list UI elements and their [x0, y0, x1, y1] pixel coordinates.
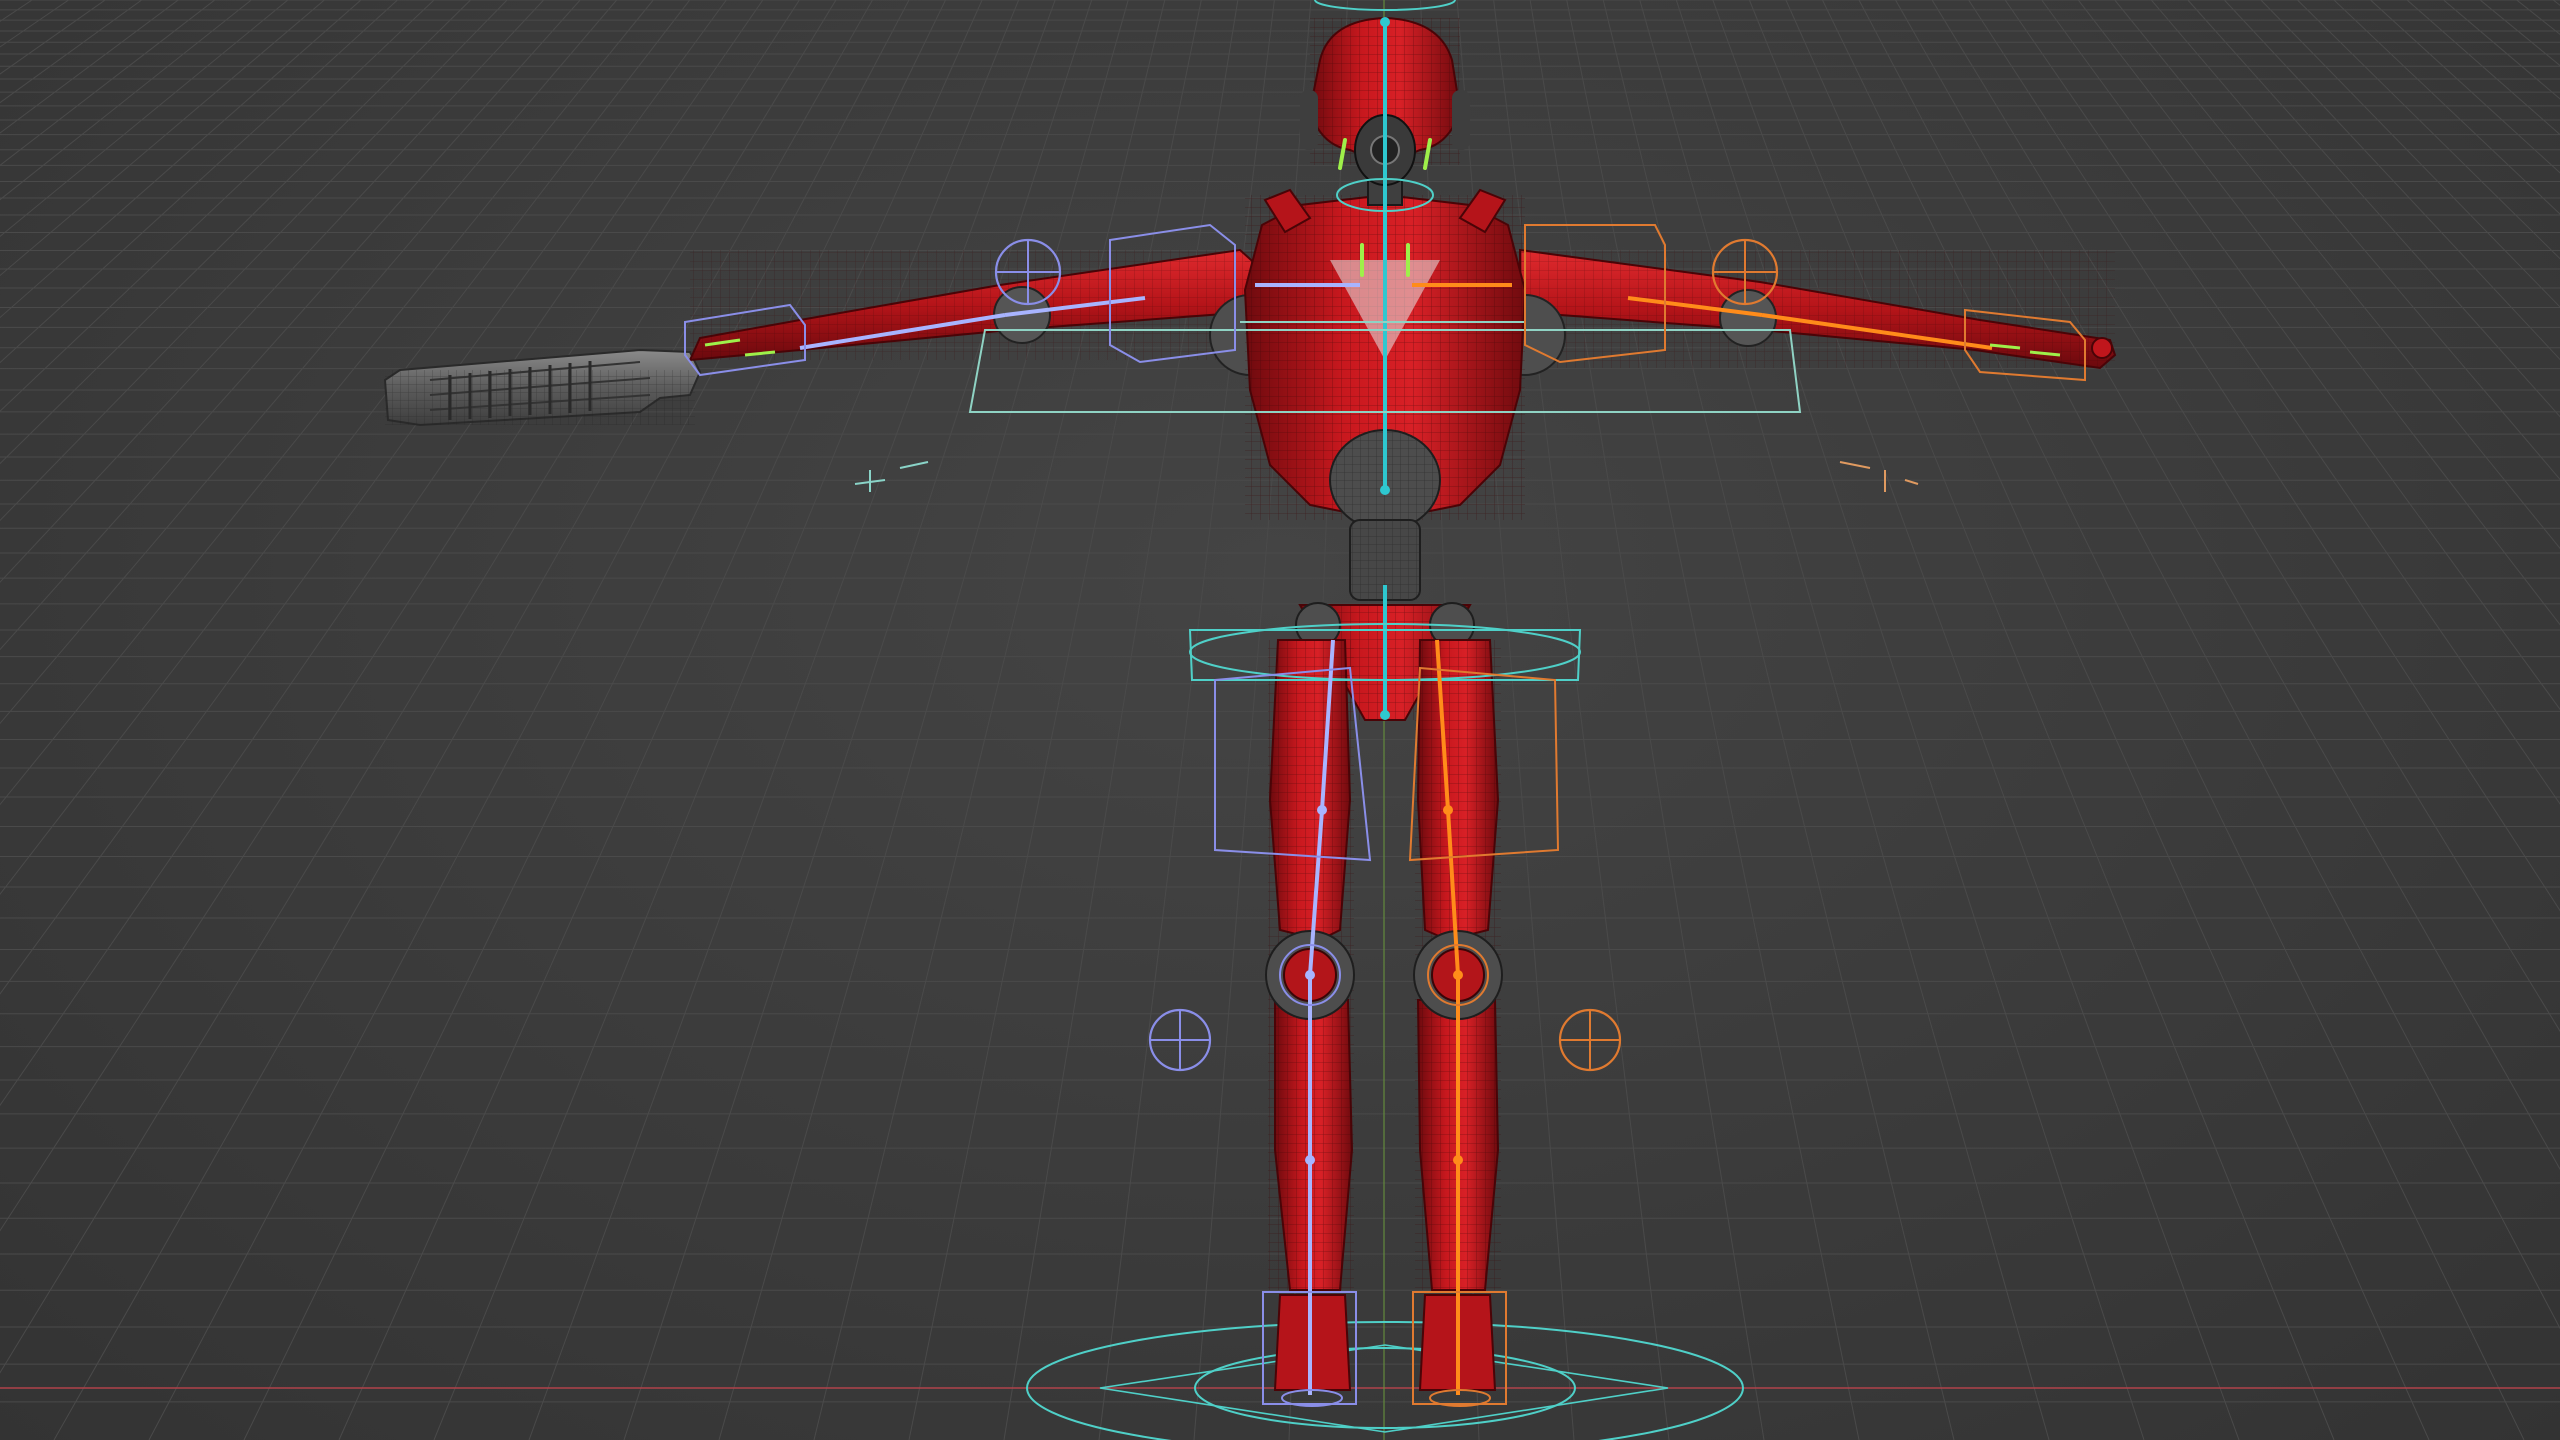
- robot-mesh[interactable]: [688, 16, 2117, 1391]
- viewport-scene[interactable]: [0, 0, 2560, 1440]
- rifle-mesh: [383, 348, 702, 427]
- 3d-viewport[interactable]: [0, 0, 2560, 1440]
- armature[interactable]: [684, 0, 2086, 1407]
- root-control: [1026, 1321, 1744, 1440]
